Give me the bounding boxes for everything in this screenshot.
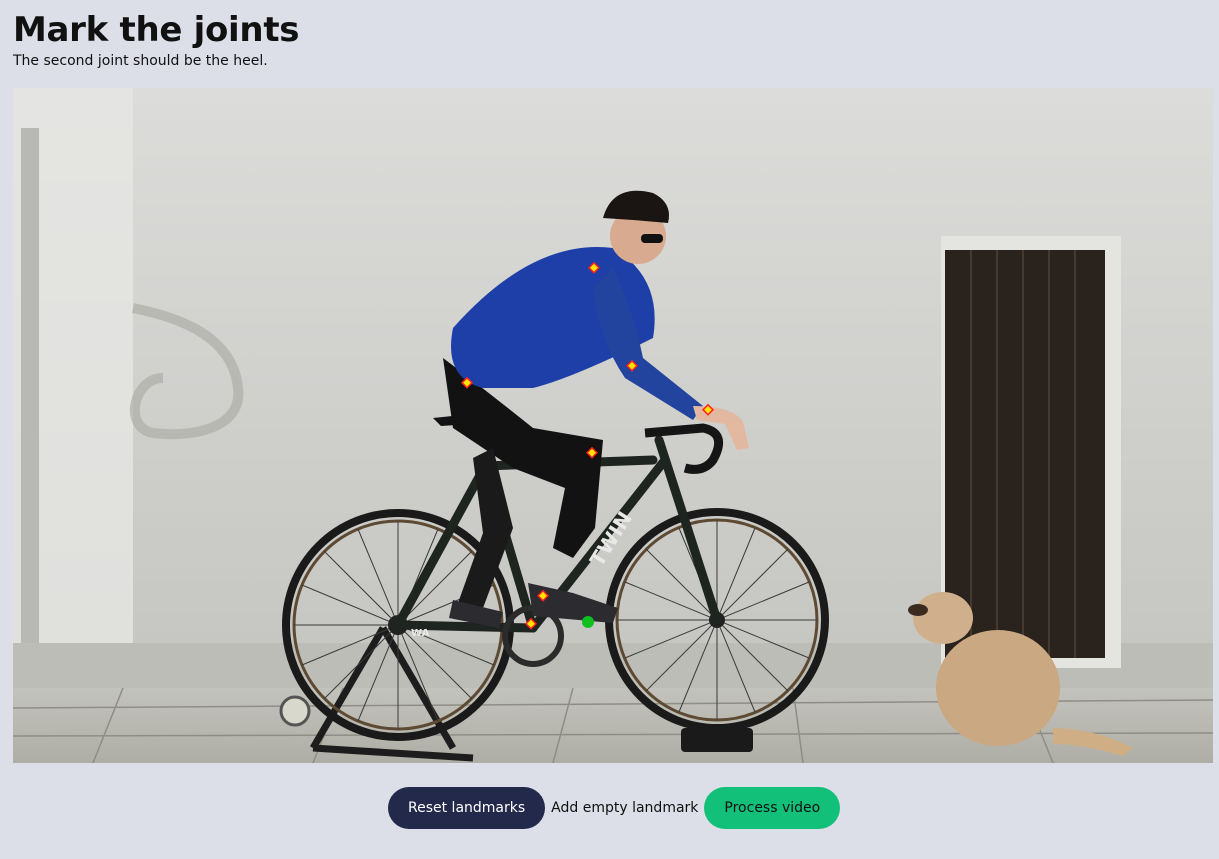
add-empty-landmark-button[interactable]: Add empty landmark bbox=[551, 787, 698, 829]
page-header: Mark the joints The second joint should … bbox=[13, 8, 300, 70]
video-frame[interactable]: TWIN WA bbox=[13, 88, 1213, 763]
page-title: Mark the joints bbox=[13, 10, 300, 50]
landmark-marker-active[interactable] bbox=[582, 616, 594, 628]
door bbox=[945, 250, 1105, 658]
reset-landmarks-button[interactable]: Reset landmarks bbox=[388, 787, 546, 829]
chainstay-text: WA bbox=[411, 628, 430, 639]
trainer-roller bbox=[279, 695, 311, 727]
process-video-button[interactable]: Process video bbox=[704, 787, 841, 829]
video-frame-canvas[interactable]: TWIN WA bbox=[13, 88, 1213, 763]
page-subtitle: The second joint should be the heel. bbox=[13, 53, 268, 69]
controls-bar: Reset landmarks Add empty landmark Proce… bbox=[388, 787, 841, 829]
drain-pipe bbox=[21, 128, 39, 648]
